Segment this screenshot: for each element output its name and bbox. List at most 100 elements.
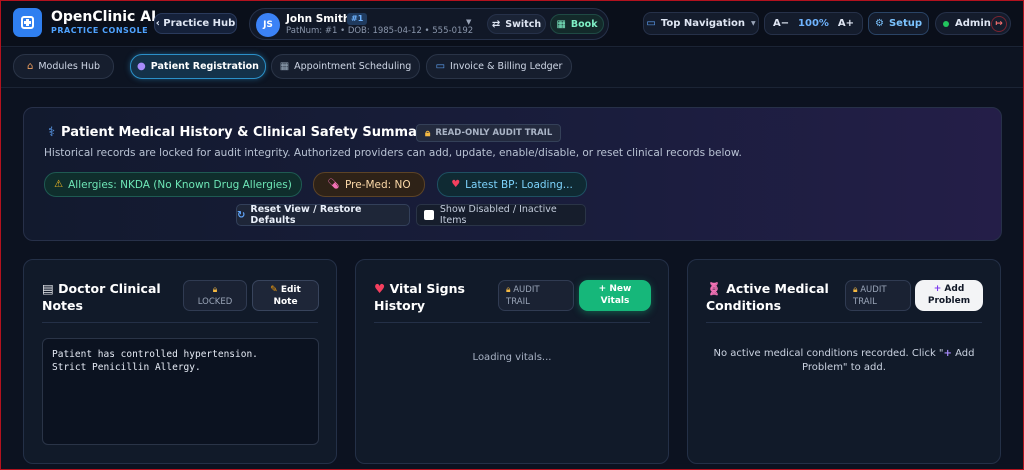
audit-line2: TRAIL [853, 297, 877, 307]
divider [42, 322, 318, 323]
user-icon: ● [137, 61, 146, 72]
vitals-loading-text: Loading vitals... [472, 352, 552, 363]
reset-label: Reset View / Restore Defaults [250, 204, 362, 226]
refresh-icon: ↻ [237, 209, 246, 221]
patient-meta: PatNum: #1 • DOB: 1985-04-12 • 555-0192 [286, 26, 474, 36]
medical-staff-icon: ⚕ [48, 125, 56, 140]
patient-name: John Smith [286, 13, 351, 25]
setup-button[interactable]: ⚙ Setup [868, 12, 929, 35]
tab-label: Appointment Scheduling [294, 61, 412, 72]
document-icon: ▤ [42, 281, 54, 296]
shuffle-icon: ⇄ [491, 18, 501, 30]
switch-patient-button[interactable]: ⇄ Switch [487, 14, 546, 34]
summary-title-text: Patient Medical History & Clinical Safet… [61, 125, 432, 140]
conditions-empty-state: No active medical conditions recorded. C… [708, 347, 980, 375]
chevron-down-icon[interactable]: ▼ [466, 18, 471, 26]
zoom-out-button[interactable]: A− [773, 18, 789, 29]
tab-appointment-scheduling[interactable]: ▦ Appointment Scheduling [271, 54, 420, 79]
lock-icon: 🔒︎ [506, 285, 511, 295]
medical-conditions-card: 🧬︎ Active Medical Conditions 🔒︎ AUDIT TR… [687, 259, 1001, 464]
locked-label: LOCKED [197, 297, 233, 307]
edit-note-button[interactable]: ✎ Edit Note [252, 280, 319, 311]
navigation-mode-label: Top Navigation [660, 18, 745, 29]
calendar-icon: ▦ [556, 18, 566, 30]
audit-trail-badge: 🔒︎ AUDIT TRAIL [845, 280, 911, 311]
module-tab-bar: ⌂ Modules Hub ● Patient Registration ▦ A… [1, 48, 1023, 88]
reset-view-button[interactable]: ↻ Reset View / Restore Defaults [236, 204, 410, 226]
book-appointment-button[interactable]: ▦ Book [550, 14, 604, 34]
brand-title: OpenClinic AI [51, 8, 157, 25]
tab-label: Patient Registration [150, 61, 259, 72]
user-label: Admin [955, 18, 991, 29]
clinical-notes-textarea[interactable]: Patient has controlled hypertension. Str… [42, 338, 319, 445]
show-disabled-label: Show Disabled / Inactive Items [439, 204, 557, 226]
zoom-level: 100% [798, 18, 829, 29]
audit-trail-badge: 🔒︎ AUDIT TRAIL [498, 280, 574, 311]
new-vitals-button[interactable]: + New Vitals [579, 280, 651, 311]
read-only-badge: 🔒︎ READ-ONLY AUDIT TRAIL [416, 124, 562, 142]
doctor-notes-card: ▤ Doctor Clinical Notes 🔒︎ LOCKED ✎ Edit… [23, 259, 337, 464]
show-disabled-toggle[interactable]: Show Disabled / Inactive Items [416, 204, 586, 226]
add-line2: Problem [927, 296, 971, 306]
divider [374, 322, 650, 323]
allergies-text: Allergies: NKDA (No Known Drug Allergies… [68, 178, 292, 191]
logout-icon[interactable]: ↦ [991, 16, 1007, 32]
vitals-card-title: ♥ Vital Signs History [374, 280, 465, 314]
pencil-icon: ✎ [270, 285, 278, 295]
switch-label: Switch [505, 18, 542, 30]
monitor-icon: ▭ [646, 18, 656, 29]
allergies-chip: ⚠ Allergies: NKDA (No Known Drug Allergi… [44, 172, 302, 197]
vitals-title-line1: Vital Signs [389, 281, 465, 296]
gear-icon: ⚙ [874, 18, 884, 29]
audit-line2: TRAIL [506, 297, 530, 307]
tab-invoice-billing[interactable]: ▭ Invoice & Billing Ledger [426, 54, 572, 79]
add-line1: Add [944, 284, 965, 294]
show-disabled-checkbox[interactable] [424, 210, 434, 220]
notes-title-line1: Doctor Clinical [58, 281, 161, 296]
premed-text: Pre-Med: NO [345, 178, 411, 191]
user-menu[interactable]: Admin ↦ [935, 12, 1011, 35]
patient-selector[interactable]: JS John Smith #1 PatNum: #1 • DOB: 1985-… [249, 8, 609, 40]
plus-icon: + [943, 348, 952, 359]
lock-icon: 🔒︎ [425, 127, 431, 139]
avatar: JS [256, 13, 280, 37]
conditions-title-line2: Conditions [706, 298, 782, 313]
notes-title-line2: Notes [42, 298, 83, 313]
new-vitals-line2: Vitals [600, 296, 630, 306]
conditions-card-title: 🧬︎ Active Medical Conditions [706, 280, 829, 314]
tab-label: Modules Hub [38, 61, 101, 72]
tab-patient-registration[interactable]: ● Patient Registration [130, 54, 266, 79]
calendar-icon: ▦ [279, 61, 290, 72]
heart-icon: ♥ [451, 179, 461, 190]
note-line: Patient has controlled hypertension. [52, 349, 258, 360]
conditions-title-line1: Active Medical [726, 281, 829, 296]
book-label: Book [570, 18, 598, 30]
dna-icon: 🧬︎ [706, 281, 722, 296]
pill-icon: 💊︎ [327, 179, 341, 190]
audit-line1: AUDIT [513, 285, 540, 295]
vitals-title-line2: History [374, 298, 426, 313]
summary-description: Historical records are locked for audit … [44, 147, 742, 159]
tab-label: Invoice & Billing Ledger [450, 61, 563, 72]
warning-icon: ⚠ [54, 179, 64, 190]
read-only-label: READ-ONLY AUDIT TRAIL [435, 128, 553, 138]
patient-number-badge: #1 [347, 13, 368, 25]
summary-title: ⚕ Patient Medical History & Clinical Safe… [48, 125, 432, 140]
plus-icon: + [598, 284, 607, 294]
blood-pressure-chip: ♥ Latest BP: Loading... [437, 172, 587, 197]
blood-pressure-text: Latest BP: Loading... [465, 178, 573, 191]
zoom-control: A− 100% A+ [764, 12, 863, 35]
tab-modules-hub[interactable]: ⌂ Modules Hub [13, 54, 114, 79]
brand[interactable]: OpenClinic AI PRACTICE CONSOLE [13, 8, 156, 37]
locked-badge: 🔒︎ LOCKED [183, 280, 247, 311]
heart-icon: ♥ [374, 281, 386, 296]
navigation-mode-select[interactable]: ▭ Top Navigation ▼ [643, 12, 759, 35]
vital-signs-card: ♥ Vital Signs History 🔒︎ AUDIT TRAIL + N… [355, 259, 669, 464]
add-problem-button[interactable]: + Add Problem [915, 280, 983, 311]
credit-card-icon: ▭ [435, 61, 446, 72]
edit-line1: Edit [280, 285, 301, 295]
practice-hub-button[interactable]: ‹ Practice Hub [154, 13, 237, 34]
edit-line2: Note [273, 297, 298, 307]
zoom-in-button[interactable]: A+ [838, 18, 854, 29]
audit-line1: AUDIT [860, 285, 887, 295]
